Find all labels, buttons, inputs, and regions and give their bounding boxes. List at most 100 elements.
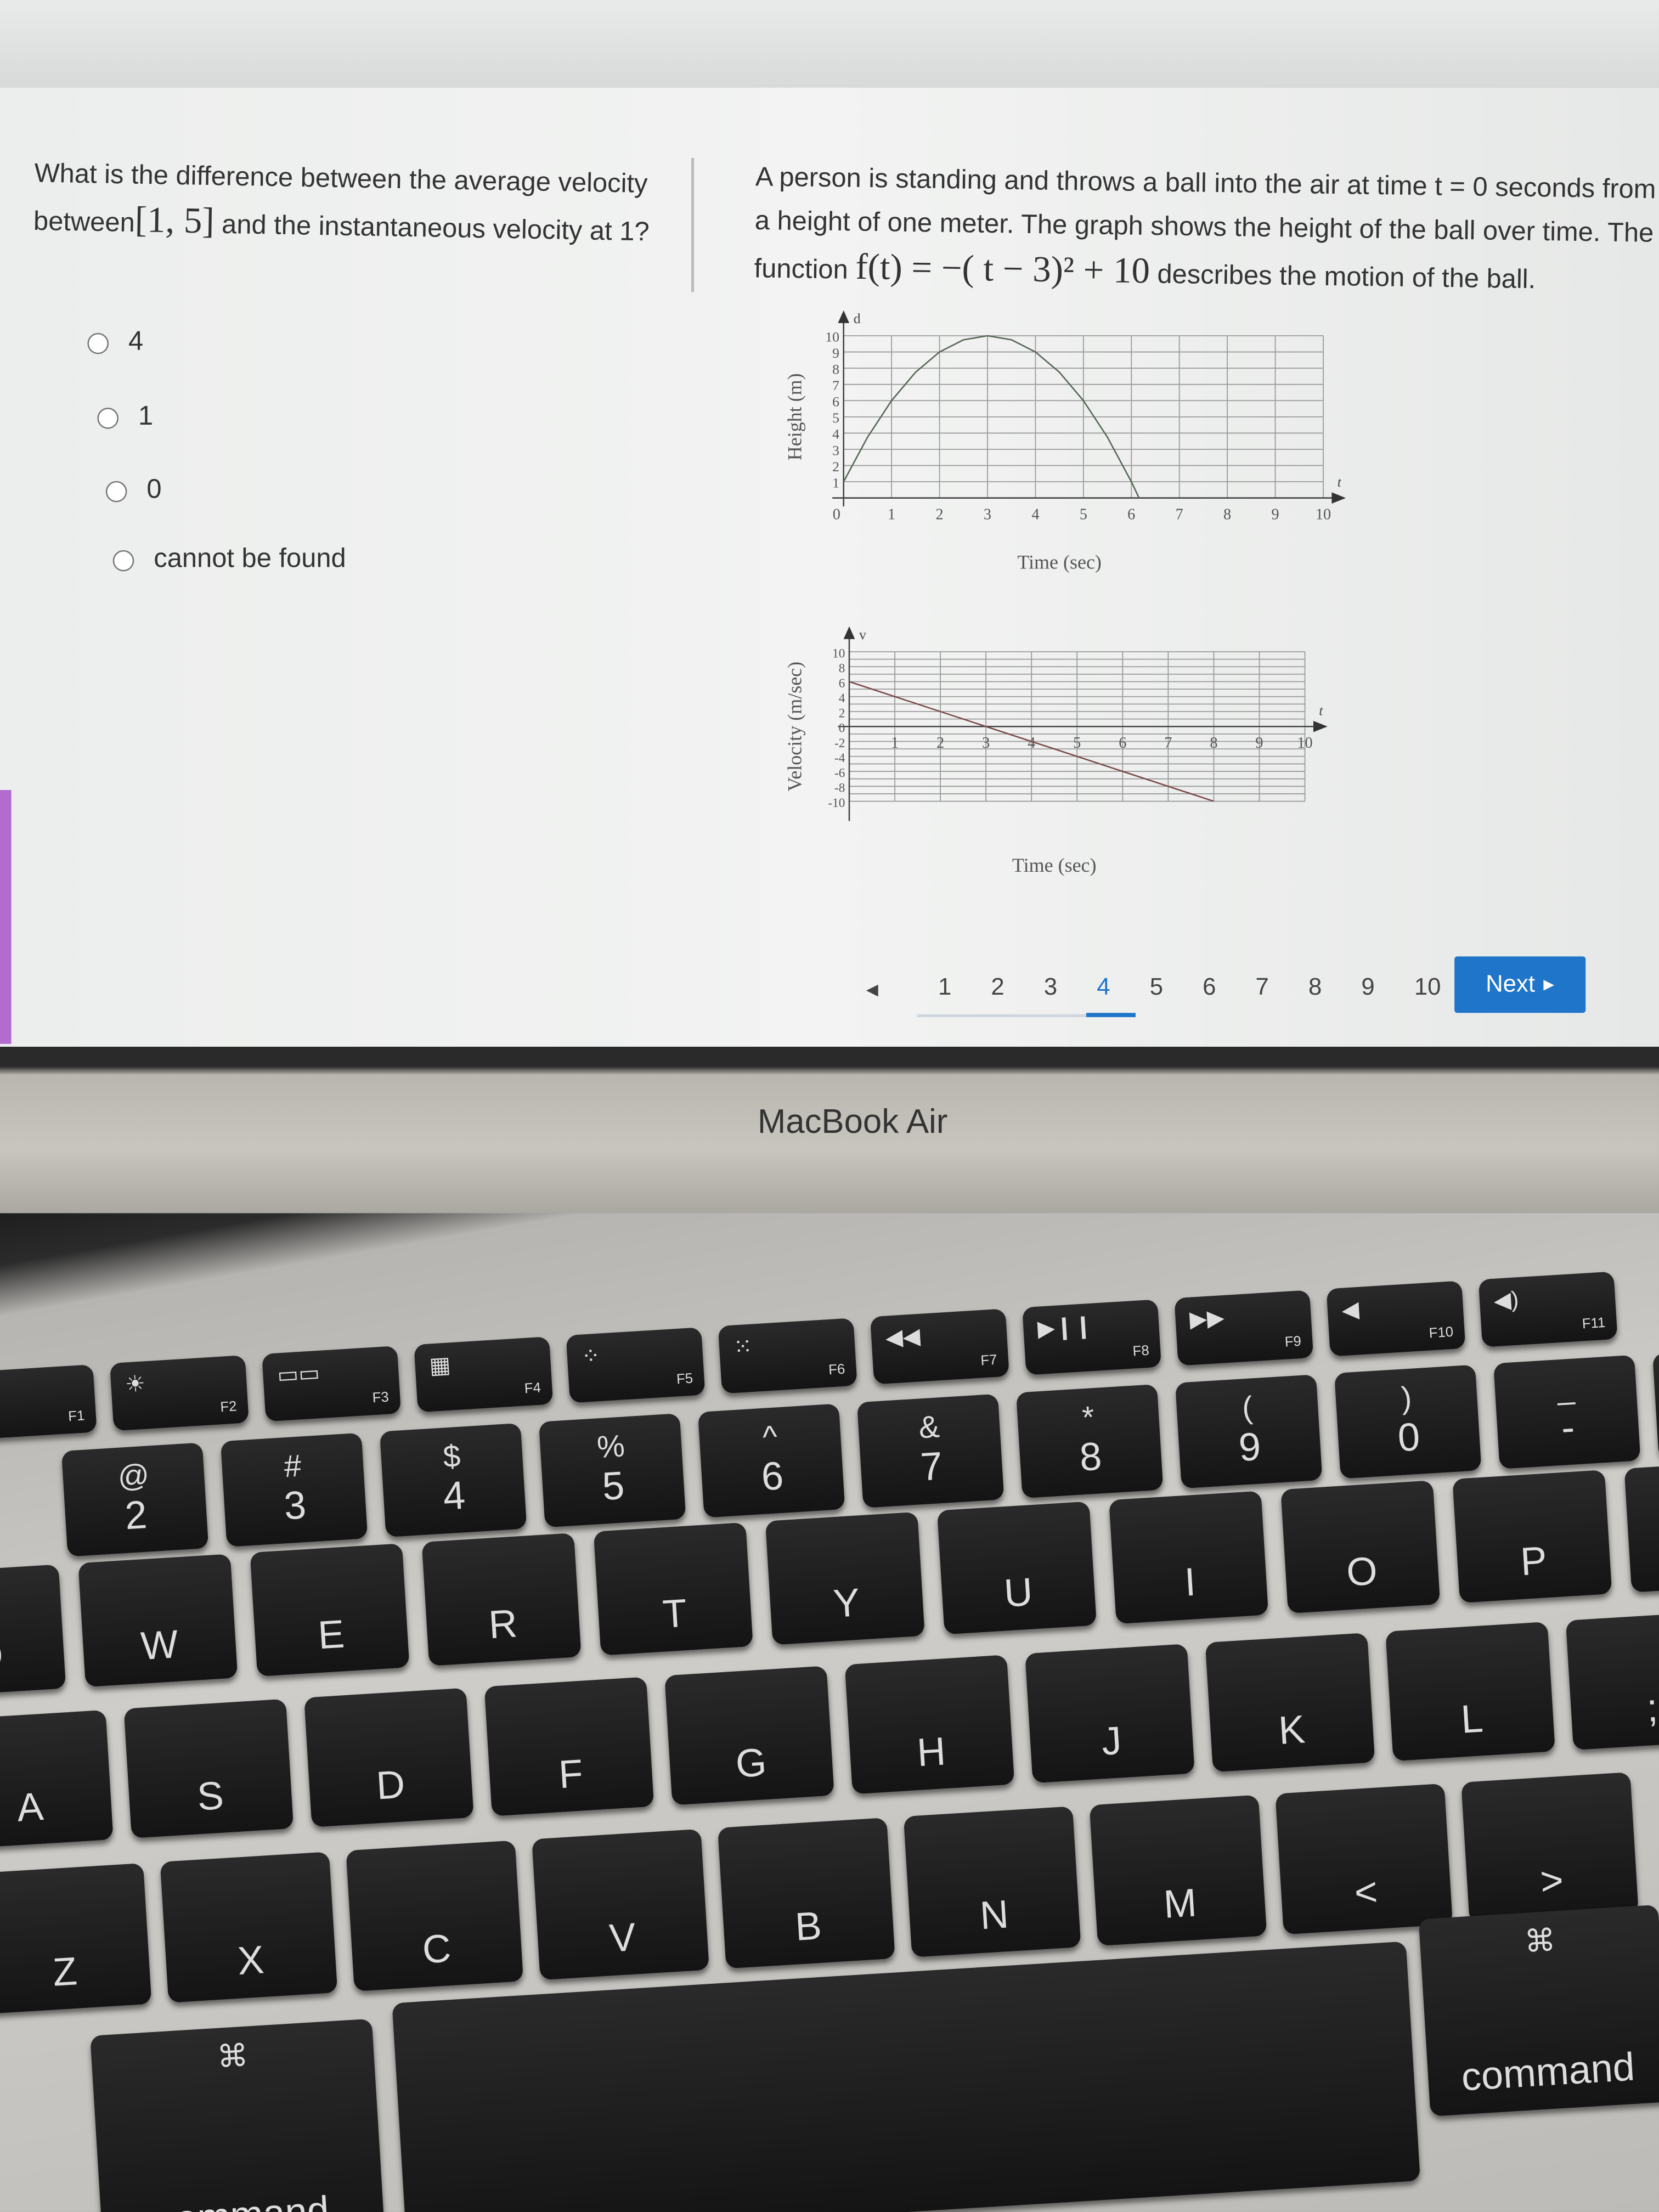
key-f10[interactable]: ◀ F10 (1326, 1280, 1466, 1357)
volume-down-icon: ◀) (1493, 1288, 1520, 1314)
key-x[interactable]: X (160, 1852, 338, 2003)
fast-forward-icon: ▶▶ (1189, 1306, 1226, 1333)
key-0[interactable]: ) 0 (1334, 1364, 1482, 1479)
key-f9[interactable]: ▶▶ F9 (1174, 1290, 1314, 1366)
key-v[interactable]: V (532, 1829, 709, 1980)
key-label: F (557, 1751, 584, 1797)
key-f8[interactable]: ▶❙❙ F8 (1022, 1299, 1162, 1375)
key-label: 0 (1396, 1414, 1421, 1460)
key-label: - (1560, 1405, 1576, 1450)
key-label: F8 (1132, 1344, 1150, 1361)
key-label: I (1183, 1560, 1197, 1605)
mission-control-icon: ▭▭ (276, 1362, 321, 1389)
key-a[interactable]: A (0, 1709, 114, 1849)
key-label: L (1459, 1696, 1485, 1742)
key-i[interactable]: I (1109, 1491, 1269, 1624)
key-p[interactable]: P (1452, 1470, 1612, 1603)
right-command-key[interactable]: ⌘ command (1418, 1904, 1659, 2117)
key-3[interactable]: #3 (220, 1432, 368, 1547)
key-7[interactable]: & 7 (856, 1393, 1005, 1508)
key-g[interactable]: G (664, 1666, 834, 1805)
command-icon: ⌘ (216, 2038, 250, 2075)
key-label: D (375, 1762, 407, 1808)
key-z[interactable]: Z (0, 1863, 152, 2015)
key-f11[interactable]: ◀) F11 (1478, 1271, 1618, 1347)
key-2[interactable]: @2 (61, 1442, 209, 1557)
launchpad-icon: ▦ (428, 1353, 452, 1379)
key-label: F6 (828, 1362, 846, 1379)
key-label: E (317, 1612, 346, 1657)
key-label: 9 (1237, 1424, 1262, 1470)
key-f6[interactable]: ⁙ F6 (718, 1318, 857, 1394)
key-label: 7 (919, 1444, 944, 1489)
key-{[interactable]: { (1624, 1459, 1659, 1593)
key-y[interactable]: Y (765, 1511, 925, 1645)
key--[interactable]: _ - (1493, 1355, 1641, 1469)
keyboard-light-down-icon: ⁘ (580, 1345, 601, 1370)
key-label: 8 (1078, 1434, 1103, 1480)
spacebar[interactable] (392, 1941, 1421, 2212)
key-h[interactable]: H (844, 1655, 1015, 1795)
key-n[interactable]: N (903, 1806, 1081, 1957)
key-label: F4 (524, 1380, 541, 1398)
key-u[interactable]: U (937, 1501, 1097, 1635)
keyboard-light-up-icon: ⁙ (732, 1335, 753, 1361)
key-f2[interactable]: ☀ F2 (109, 1355, 249, 1431)
key-q[interactable]: Q (0, 1564, 66, 1698)
key-9[interactable]: (9 (1175, 1374, 1323, 1489)
key-label: K (1277, 1707, 1307, 1753)
key-d[interactable]: D (304, 1688, 474, 1827)
key-label: F11 (1582, 1316, 1606, 1333)
key-e[interactable]: E (250, 1543, 410, 1677)
key-label: 6 (760, 1453, 785, 1499)
key-label: 3 (283, 1482, 308, 1528)
key-s[interactable]: S (123, 1699, 294, 1838)
key-label: O (1345, 1549, 1379, 1595)
key-m[interactable]: M (1089, 1795, 1267, 1946)
key-label: Z (51, 1949, 78, 1995)
key-f7[interactable]: ◀◀ F7 (870, 1308, 1009, 1385)
key-l[interactable]: L (1385, 1622, 1555, 1762)
key-label: T (661, 1591, 689, 1637)
key->[interactable]: > (1461, 1772, 1639, 1923)
key-f[interactable]: F (484, 1677, 654, 1816)
key-;[interactable]: ; (1565, 1610, 1659, 1751)
key-k[interactable]: K (1205, 1633, 1375, 1773)
key-f4[interactable]: ▦ F4 (414, 1336, 554, 1413)
key-label: F7 (980, 1353, 998, 1370)
key-t[interactable]: T (593, 1522, 753, 1656)
key-label: P (1519, 1538, 1549, 1584)
key-<[interactable]: < (1275, 1783, 1453, 1935)
key-c[interactable]: C (346, 1840, 524, 1992)
key-label: < (1353, 1869, 1379, 1915)
key-label: F1 (67, 1408, 86, 1425)
key-f1[interactable]: ☼F1 (0, 1364, 97, 1441)
mute-icon: ◀ (1341, 1298, 1360, 1324)
key-f5[interactable]: ⁘ F5 (566, 1327, 706, 1403)
left-command-key[interactable]: ⌘ command (90, 2018, 386, 2212)
key-label: B (794, 1903, 823, 1949)
brightness-up-icon: ☀ (124, 1372, 146, 1398)
key-j[interactable]: J (1025, 1644, 1195, 1784)
key-label: F10 (1429, 1325, 1454, 1342)
key-label: H (916, 1729, 947, 1775)
key-label: command (1460, 2045, 1636, 2099)
key-r[interactable]: R (421, 1533, 582, 1666)
key-label: 4 (442, 1473, 467, 1519)
key-label: 2 (123, 1492, 149, 1538)
key-b[interactable]: B (718, 1818, 895, 1969)
key-6[interactable]: ^ 6 (697, 1403, 845, 1518)
key-label: F3 (371, 1390, 390, 1407)
key-label: U (1002, 1570, 1034, 1616)
key-label: ; (1645, 1685, 1659, 1730)
key-label: A (15, 1784, 45, 1830)
key-label: Y (832, 1580, 861, 1626)
key-w[interactable]: W (78, 1554, 238, 1688)
key-label: M (1162, 1881, 1198, 1927)
key-f3[interactable]: ▭▭ F3 (262, 1346, 402, 1422)
key-label: 5 (601, 1463, 626, 1509)
key-o[interactable]: O (1280, 1480, 1441, 1614)
key-8[interactable]: * 8 (1016, 1384, 1164, 1499)
key-5[interactable]: % 5 (538, 1413, 686, 1528)
key-4[interactable]: $4 (379, 1423, 527, 1538)
